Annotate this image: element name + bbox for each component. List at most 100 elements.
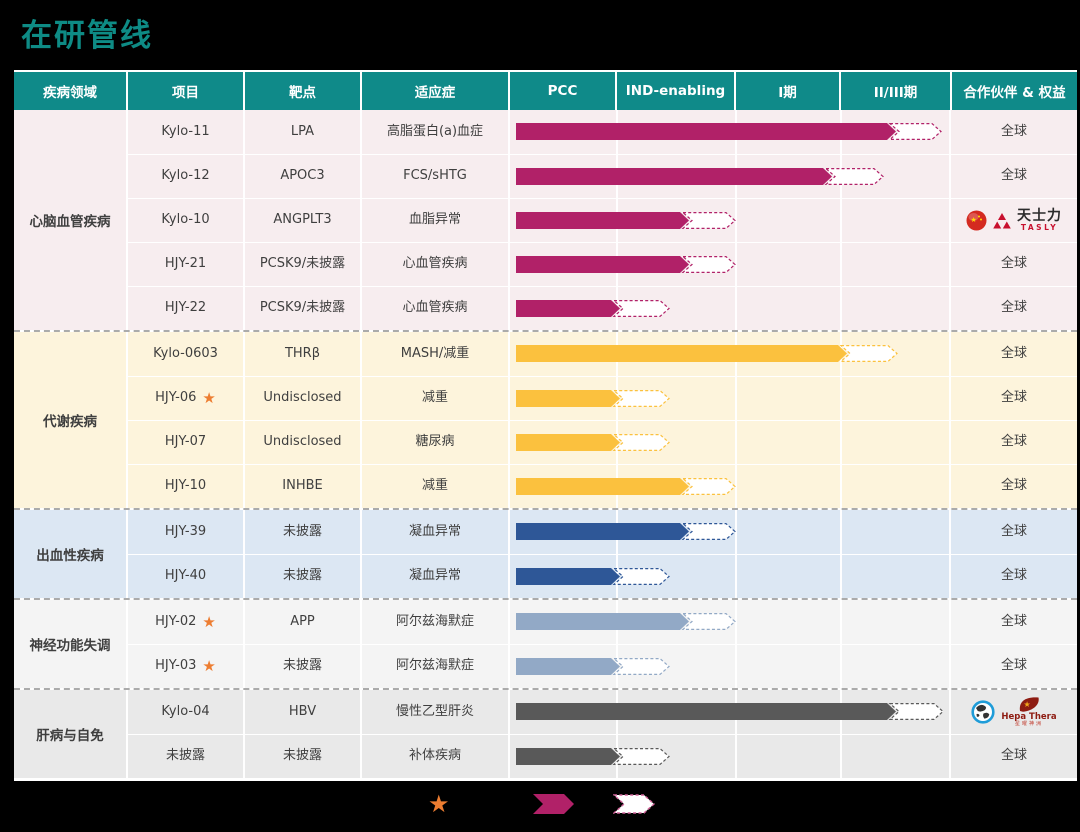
project-name: HJY-03 xyxy=(155,659,196,674)
legend-solid-arrow-icon xyxy=(533,788,575,820)
target-cell: LPA xyxy=(245,110,362,154)
header-cell-4: PCC xyxy=(510,72,617,110)
target-cell: APP xyxy=(245,600,362,644)
table-header-row: 疾病领域项目靶点适应症PCCIND-enablingI期II/III期合作伙伴 … xyxy=(14,72,1077,110)
target-cell: 未披露 xyxy=(245,735,362,778)
target-cell: PCSK9/未披露 xyxy=(245,243,362,286)
partner-cell: 全球 xyxy=(951,377,1077,420)
phase-bar-zone xyxy=(510,465,951,508)
header-cell-3: 适应症 xyxy=(362,72,510,110)
tasly-partner-logo: ★ 天士力TASLY xyxy=(966,209,1062,232)
partner-cell: 全球 xyxy=(951,287,1077,330)
phase-bar-zone xyxy=(510,110,951,154)
hepathera-leaf-icon: ★ xyxy=(1017,696,1041,713)
header-cell-2: 靶点 xyxy=(245,72,362,110)
pipeline-row: HJY-21 PCSK9/未披露心血管疾病 全球 xyxy=(128,242,1077,286)
target-cell: 未披露 xyxy=(245,510,362,554)
phase-bar-zone xyxy=(510,199,951,242)
partner-cell: ★ 天士力TASLY xyxy=(951,199,1077,242)
phase-progress-bar xyxy=(510,168,951,185)
section-5: 肝病与自免Kylo-04HBV慢性乙型肝炎★Hepa Thera星曜神洲未披露未… xyxy=(14,688,1077,778)
section-4: 神经功能失调HJY-02★APP阿尔兹海默症全球HJY-03★未披露阿尔兹海默症… xyxy=(14,598,1077,688)
pipeline-row: Kylo-10ANGPLT3血脂异常★天士力TASLY xyxy=(128,198,1077,242)
partner-cell: 全球 xyxy=(951,465,1077,508)
legend-priority-star-icon: ★ xyxy=(428,788,450,820)
project-name: HJY-22 xyxy=(165,301,206,316)
project-name: HJY-40 xyxy=(165,569,206,584)
tasly-logo-text: 天士力TASLY xyxy=(1017,209,1062,232)
pipeline-table: 疾病领域项目靶点适应症PCCIND-enablingI期II/III期合作伙伴 … xyxy=(14,70,1077,781)
project-cell: HJY-22 xyxy=(128,287,245,330)
priority-star-icon: ★ xyxy=(202,659,215,674)
phase-progress-bar xyxy=(510,212,951,229)
phase-progress-bar xyxy=(510,478,951,495)
phase-progress-bar xyxy=(510,613,951,630)
project-cell: HJY-10 xyxy=(128,465,245,508)
pipeline-row: Kylo-11LPA高脂蛋白(a)血症全球 xyxy=(128,110,1077,154)
svg-text:★: ★ xyxy=(971,216,977,224)
pipeline-row: HJY-40未披露凝血异常全球 xyxy=(128,554,1077,598)
indication-cell: 慢性乙型肝炎 xyxy=(362,690,510,734)
pipeline-row: 未披露未披露补体疾病全球 xyxy=(128,734,1077,778)
project-cell: HJY-21 xyxy=(128,243,245,286)
partner-cell: 全球 xyxy=(951,645,1077,688)
project-name: HJY-10 xyxy=(165,479,206,494)
table-body: 心脑血管疾病Kylo-11LPA高脂蛋白(a)血症全球Kylo-12APOC3F… xyxy=(14,110,1077,778)
partner-global-label: 全球 xyxy=(1001,435,1027,450)
project-name: Kylo-10 xyxy=(161,213,209,228)
target-cell: INHBE xyxy=(245,465,362,508)
indication-cell: 心血管疾病 xyxy=(362,243,510,286)
partner-global-label: 全球 xyxy=(1001,347,1027,362)
partner-global-label: 全球 xyxy=(1001,125,1027,140)
header-cell-6: I期 xyxy=(736,72,841,110)
project-name: HJY-07 xyxy=(165,435,206,450)
partner-cell: 全球 xyxy=(951,555,1077,598)
project-cell: HJY-02★ xyxy=(128,600,245,644)
indication-cell: 高脂蛋白(a)血症 xyxy=(362,110,510,154)
project-cell: HJY-39 xyxy=(128,510,245,554)
pipeline-row: HJY-07Undisclosed糖尿病全球 xyxy=(128,420,1077,464)
indication-cell: 补体疾病 xyxy=(362,735,510,778)
phase-progress-bar xyxy=(510,256,951,273)
partner-cell: 全球 xyxy=(951,510,1077,554)
pipeline-row: Kylo-0603THRβMASH/减重全球 xyxy=(128,332,1077,376)
pipeline-row: Kylo-12APOC3FCS/sHTG全球 xyxy=(128,154,1077,198)
phase-progress-bar xyxy=(510,748,951,765)
project-name: Kylo-04 xyxy=(161,705,209,720)
partner-cell: 全球 xyxy=(951,421,1077,464)
project-name: HJY-02 xyxy=(155,615,196,630)
partner-global-label: 全球 xyxy=(1001,301,1027,316)
indication-cell: 减重 xyxy=(362,465,510,508)
partner-cell: 全球 xyxy=(951,243,1077,286)
project-cell: Kylo-0603 xyxy=(128,332,245,376)
phase-bar-zone xyxy=(510,155,951,198)
indication-cell: FCS/sHTG xyxy=(362,155,510,198)
header-cell-7: II/III期 xyxy=(841,72,952,110)
disease-area-label: 心脑血管疾病 xyxy=(14,110,128,330)
phase-bar-zone xyxy=(510,645,951,688)
legend: ★ xyxy=(0,788,1080,820)
phase-progress-bar xyxy=(510,390,951,407)
disease-area-label: 肝病与自免 xyxy=(14,690,128,778)
project-name: HJY-21 xyxy=(165,257,206,272)
header-cell-5: IND-enabling xyxy=(617,72,736,110)
hepathera-logo-text: ★Hepa Thera星曜神洲 xyxy=(1001,696,1056,727)
phase-bar-zone xyxy=(510,555,951,598)
project-cell: 未披露 xyxy=(128,735,245,778)
partner-cell: 全球 xyxy=(951,155,1077,198)
partner-cell: 全球 xyxy=(951,332,1077,376)
project-cell: Kylo-10 xyxy=(128,199,245,242)
partner-cell: 全球 xyxy=(951,735,1077,778)
phase-bar-zone xyxy=(510,510,951,554)
section-rows: HJY-02★APP阿尔兹海默症全球HJY-03★未披露阿尔兹海默症全球 xyxy=(128,600,1077,688)
phase-progress-bar xyxy=(510,658,951,675)
pipeline-row: HJY-10 INHBE减重 全球 xyxy=(128,464,1077,508)
phase-bar-zone xyxy=(510,377,951,420)
partner-global-label: 全球 xyxy=(1001,257,1027,272)
section-3: 出血性疾病HJY-39未披露凝血异常全球HJY-40未披露凝血异常全球 xyxy=(14,508,1077,598)
target-cell: THRβ xyxy=(245,332,362,376)
phase-progress-bar xyxy=(510,300,951,317)
priority-star-icon: ★ xyxy=(202,391,215,406)
project-cell: HJY-03 ★ xyxy=(128,645,245,688)
target-cell: APOC3 xyxy=(245,155,362,198)
